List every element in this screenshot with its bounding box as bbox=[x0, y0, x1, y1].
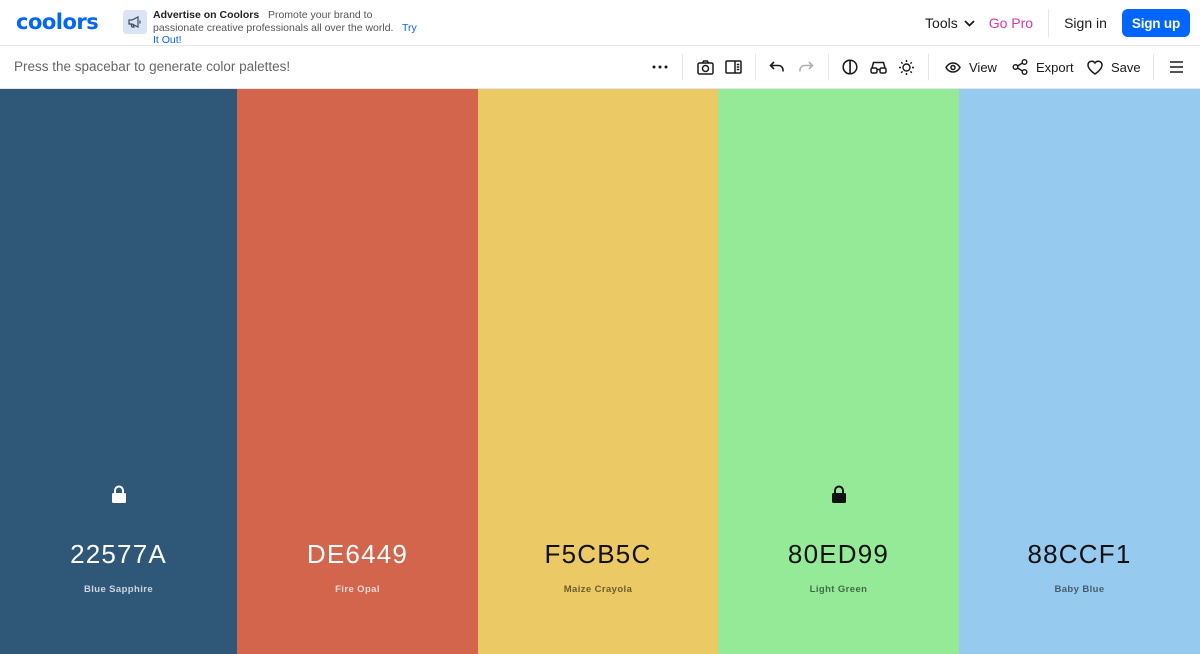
color-swatch[interactable]: 80ED99 Light Green bbox=[718, 89, 959, 654]
export-button[interactable]: Export bbox=[1012, 46, 1074, 88]
go-pro-link[interactable]: Go Pro bbox=[989, 15, 1033, 31]
lock-icon[interactable] bbox=[831, 485, 847, 503]
color-swatch[interactable]: DE6449 Fire Opal bbox=[237, 89, 478, 654]
glasses-icon bbox=[869, 61, 887, 74]
color-name: Baby Blue bbox=[1054, 584, 1105, 595]
eye-icon bbox=[945, 61, 961, 73]
toolbar-divider bbox=[928, 54, 929, 80]
generate-hint: Press the spacebar to generate color pal… bbox=[14, 59, 291, 74]
sign-in-link[interactable]: Sign in bbox=[1064, 15, 1107, 31]
tools-label: Tools bbox=[925, 15, 958, 31]
toolbar-divider bbox=[682, 54, 683, 80]
coolors-logo[interactable]: coolors bbox=[16, 12, 99, 33]
heart-icon bbox=[1087, 60, 1103, 75]
megaphone-icon bbox=[123, 10, 147, 34]
toolbar-divider bbox=[1153, 54, 1154, 80]
undo-button[interactable] bbox=[765, 46, 789, 88]
palette: 22577A Blue Sapphire DE6449 Fire Opal F5CB5C… bbox=[0, 89, 1200, 654]
ad-text: Advertise on Coolors Promote your brand … bbox=[153, 9, 423, 47]
sidebar-icon bbox=[724, 60, 742, 74]
sign-up-button[interactable]: Sign up bbox=[1121, 9, 1190, 37]
camera-icon bbox=[696, 59, 714, 75]
brightness-icon bbox=[898, 59, 914, 75]
share-icon bbox=[1012, 59, 1028, 75]
redo-icon bbox=[799, 61, 814, 72]
menu-icon bbox=[1169, 61, 1183, 73]
redo-button[interactable] bbox=[794, 46, 818, 88]
nav-right: Tools Go Pro Sign in Sign up bbox=[925, 8, 1190, 38]
ad-title: Advertise on Coolors bbox=[153, 9, 260, 21]
contrast-icon bbox=[842, 59, 858, 75]
nav-divider bbox=[1048, 9, 1050, 37]
toolbar: Press the spacebar to generate color pal… bbox=[0, 46, 1200, 89]
export-image-button[interactable] bbox=[693, 46, 717, 88]
main-menu-button[interactable] bbox=[1164, 46, 1188, 88]
export-label: Export bbox=[1036, 59, 1074, 75]
color-name: Blue Sapphire bbox=[83, 584, 154, 595]
save-button[interactable]: Save bbox=[1087, 46, 1141, 88]
more-icon bbox=[652, 65, 668, 69]
color-swatch[interactable]: F5CB5C Maize Crayola bbox=[478, 89, 718, 654]
undo-icon bbox=[769, 61, 784, 72]
color-hex-code[interactable]: 80ED99 bbox=[718, 539, 959, 570]
color-swatch[interactable]: 88CCF1 Baby Blue bbox=[959, 89, 1200, 654]
color-name: Maize Crayola bbox=[563, 584, 633, 595]
color-hex-code[interactable]: F5CB5C bbox=[478, 539, 718, 570]
color-swatch[interactable]: 22577A Blue Sapphire bbox=[0, 89, 237, 654]
color-hex-code[interactable]: DE6449 bbox=[237, 539, 478, 570]
toolbar-divider bbox=[828, 54, 829, 80]
color-blindness-button[interactable] bbox=[866, 46, 890, 88]
color-name: Fire Opal bbox=[335, 584, 380, 595]
chevron-down-icon bbox=[964, 19, 975, 27]
toggle-sidebar-button[interactable] bbox=[721, 46, 745, 88]
toolbar-divider bbox=[755, 54, 756, 80]
color-hex-code[interactable]: 88CCF1 bbox=[959, 539, 1200, 570]
contrast-checker-button[interactable] bbox=[838, 46, 862, 88]
ad-banner[interactable]: Advertise on Coolors Promote your brand … bbox=[123, 9, 423, 47]
lock-icon[interactable] bbox=[111, 485, 127, 503]
color-name: Light Green bbox=[809, 584, 868, 595]
tools-menu[interactable]: Tools bbox=[925, 15, 975, 31]
view-button[interactable]: View bbox=[945, 46, 997, 88]
color-hex-code[interactable]: 22577A bbox=[0, 539, 237, 570]
more-options-button[interactable] bbox=[648, 46, 672, 88]
view-label: View bbox=[969, 59, 997, 75]
save-label: Save bbox=[1111, 59, 1141, 75]
adjust-palette-button[interactable] bbox=[894, 46, 918, 88]
top-nav: coolors Advertise on Coolors Promote you… bbox=[0, 0, 1200, 46]
